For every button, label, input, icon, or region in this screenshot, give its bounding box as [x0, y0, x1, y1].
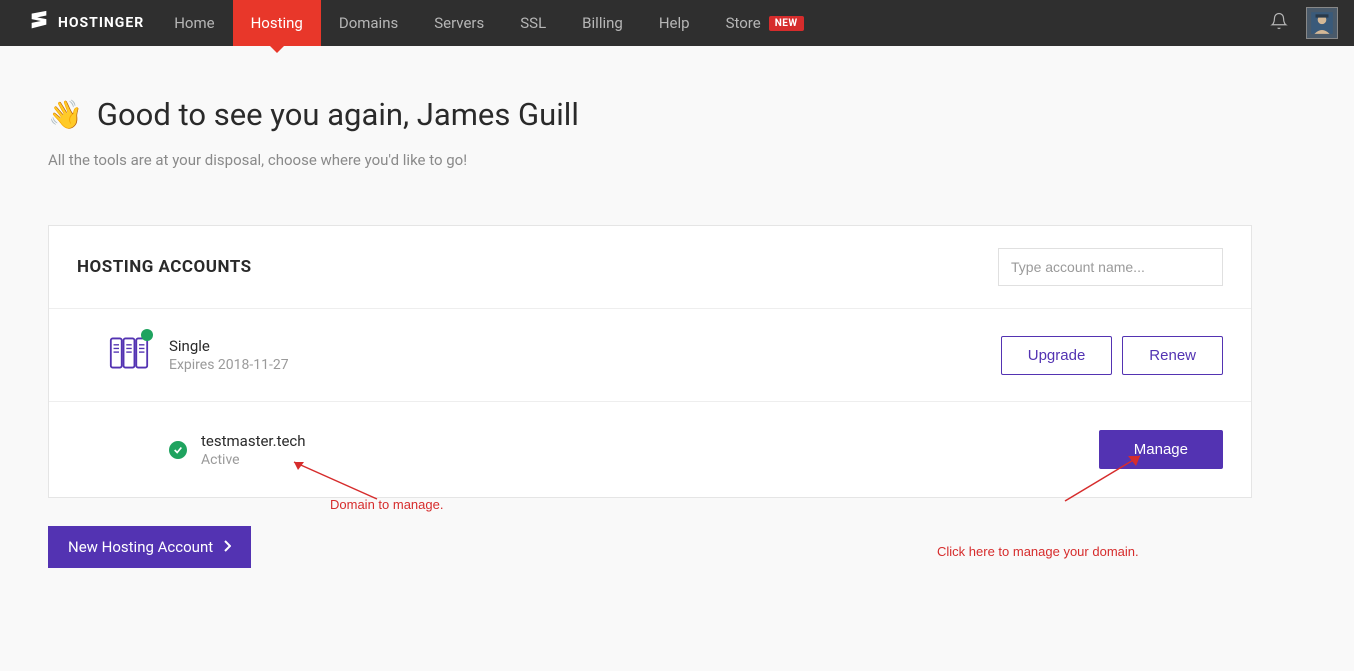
renew-button[interactable]: Renew	[1122, 336, 1223, 375]
new-hosting-account-button[interactable]: New Hosting Account	[48, 526, 251, 568]
account-plan: Single	[169, 337, 1001, 355]
wave-icon: 👋	[48, 98, 83, 131]
domain-status: Active	[201, 452, 1099, 468]
brand-text: HOSTINGER	[58, 15, 144, 31]
main-container: 👋 Good to see you again, James Guill All…	[0, 46, 1300, 608]
nav-hosting[interactable]: Hosting	[233, 0, 321, 46]
navbar: HOSTINGER Home Hosting Domains Servers S…	[0, 0, 1354, 46]
greeting-subtitle: All the tools are at your disposal, choo…	[48, 151, 1252, 169]
check-icon	[169, 441, 187, 459]
nav-help[interactable]: Help	[641, 0, 708, 46]
manage-button[interactable]: Manage	[1099, 430, 1223, 469]
nav-billing[interactable]: Billing	[564, 0, 641, 46]
nav-ssl[interactable]: SSL	[502, 0, 564, 46]
server-icon	[107, 333, 151, 377]
account-expires: Expires 2018-11-27	[169, 357, 1001, 373]
greeting-row: 👋 Good to see you again, James Guill	[48, 96, 1252, 133]
account-row: Single Expires 2018-11-27 Upgrade Renew	[49, 309, 1251, 402]
nav-domains[interactable]: Domains	[321, 0, 416, 46]
account-info: Single Expires 2018-11-27	[169, 337, 1001, 373]
domain-row: testmaster.tech Active Manage	[49, 402, 1251, 497]
panel-header: HOSTING ACCOUNTS	[49, 226, 1251, 309]
hosting-panel: HOSTING ACCOUNTS	[48, 225, 1252, 498]
avatar[interactable]	[1306, 7, 1338, 39]
domain-info: testmaster.tech Active	[201, 432, 1099, 468]
upgrade-button[interactable]: Upgrade	[1001, 336, 1113, 375]
nav-home[interactable]: Home	[156, 0, 232, 46]
new-account-label: New Hosting Account	[68, 538, 213, 556]
nav-servers[interactable]: Servers	[416, 0, 502, 46]
greeting-text: Good to see you again, James Guill	[97, 96, 579, 133]
new-badge: NEW	[769, 16, 804, 31]
annotation-domain: Domain to manage.	[330, 497, 443, 512]
status-dot-icon	[141, 329, 153, 341]
panel-title: HOSTING ACCOUNTS	[77, 257, 252, 277]
brand-logo[interactable]: HOSTINGER	[28, 10, 144, 36]
account-actions: Upgrade Renew	[1001, 336, 1223, 375]
bell-icon[interactable]	[1270, 12, 1288, 34]
chevron-right-icon	[223, 538, 231, 556]
nav-store[interactable]: Store NEW	[708, 0, 822, 46]
account-search-input[interactable]	[998, 248, 1223, 286]
annotation-manage: Click here to manage your domain.	[937, 544, 1139, 559]
domain-name: testmaster.tech	[201, 432, 1099, 450]
nav-right	[1270, 7, 1338, 39]
brand-icon	[28, 10, 50, 36]
nav-items: Home Hosting Domains Servers SSL Billing…	[156, 0, 821, 46]
